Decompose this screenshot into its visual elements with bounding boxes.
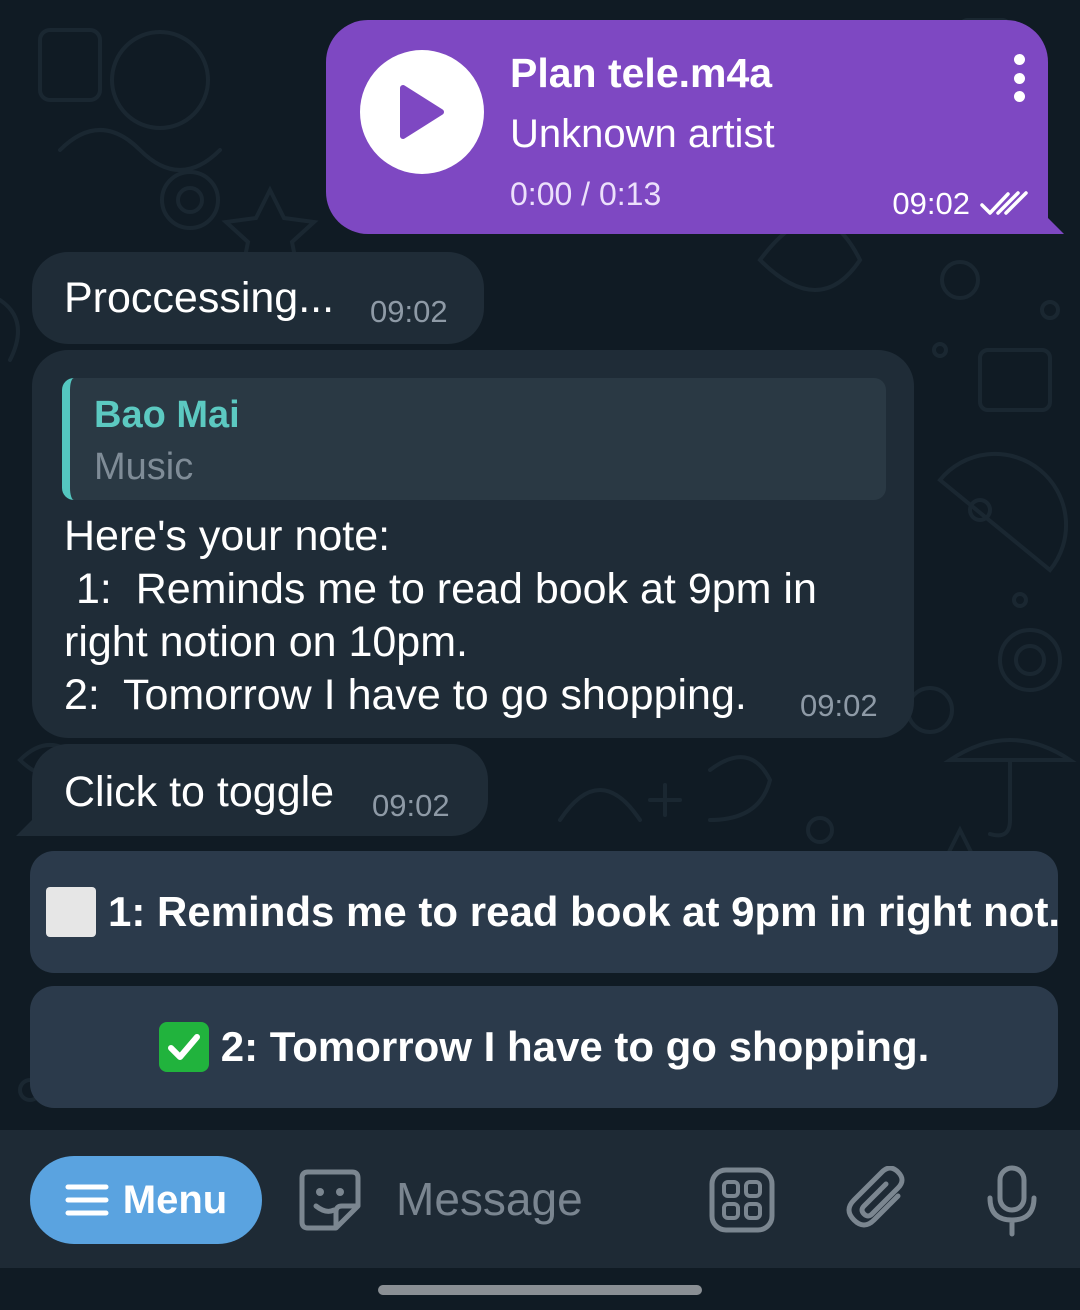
message-text: Click to toggle: [64, 768, 335, 816]
message-time: 09:02: [800, 688, 878, 723]
home-indicator[interactable]: [378, 1285, 702, 1295]
audio-file-name: Plan tele.m4a: [510, 50, 773, 96]
unchecked-box-icon: [46, 887, 96, 937]
outgoing-audio-message[interactable]: Plan tele.m4a Unknown artist 0:00 / 0:13…: [326, 20, 1064, 234]
message-time: 09:02: [892, 186, 970, 221]
double-check-icon: [980, 191, 1028, 215]
toggle-button-item-1[interactable]: 1: Reminds me to read book at 9pm in rig…: [30, 851, 1058, 973]
chat-screen: Plan tele.m4a Unknown artist 0:00 / 0:13…: [0, 0, 1080, 1310]
message-text: Here's your note: 1: Reminds me to read …: [64, 512, 817, 719]
incoming-message: Click to toggle 09:02: [16, 744, 488, 836]
reply-subtitle: Music: [94, 446, 194, 488]
attach-icon[interactable]: [846, 1166, 910, 1234]
sticker-icon[interactable]: [296, 1166, 364, 1234]
incoming-note-message: Bao Mai Music Here's your note: 1: Remin…: [32, 350, 914, 738]
audio-artist: Unknown artist: [510, 112, 775, 156]
message-meta: 09:02: [892, 186, 1028, 222]
menu-lines-icon: [65, 1184, 109, 1216]
message-text: Proccessing...: [64, 274, 335, 322]
play-button[interactable]: [360, 50, 484, 174]
message-input[interactable]: Message: [396, 1172, 583, 1226]
bot-menu-button[interactable]: Menu: [30, 1156, 262, 1244]
toggle-button-label: 1: Reminds me to read book at 9pm in rig…: [108, 888, 1058, 935]
reply-quote[interactable]: Bao Mai Music: [62, 378, 886, 500]
more-vert-icon[interactable]: [1012, 54, 1026, 102]
toggle-button-item-2[interactable]: 2: Tomorrow I have to go shopping.: [30, 986, 1058, 1108]
play-icon: [400, 85, 444, 139]
system-nav-bar: [0, 1268, 1080, 1310]
incoming-message: Proccessing... 09:02: [32, 252, 484, 344]
toggle-button-label: 2: Tomorrow I have to go shopping.: [220, 1023, 930, 1070]
audio-progress: 0:00 / 0:13: [510, 176, 662, 212]
mic-icon[interactable]: [984, 1164, 1040, 1238]
bot-commands-icon[interactable]: [708, 1166, 776, 1234]
menu-label: Menu: [122, 1177, 228, 1222]
message-time: 09:02: [370, 294, 448, 329]
checked-box-icon: [158, 1022, 209, 1072]
message-input-bar: Menu Message: [0, 1130, 1080, 1268]
reply-author: Bao Mai: [94, 394, 240, 436]
message-time: 09:02: [372, 788, 450, 823]
